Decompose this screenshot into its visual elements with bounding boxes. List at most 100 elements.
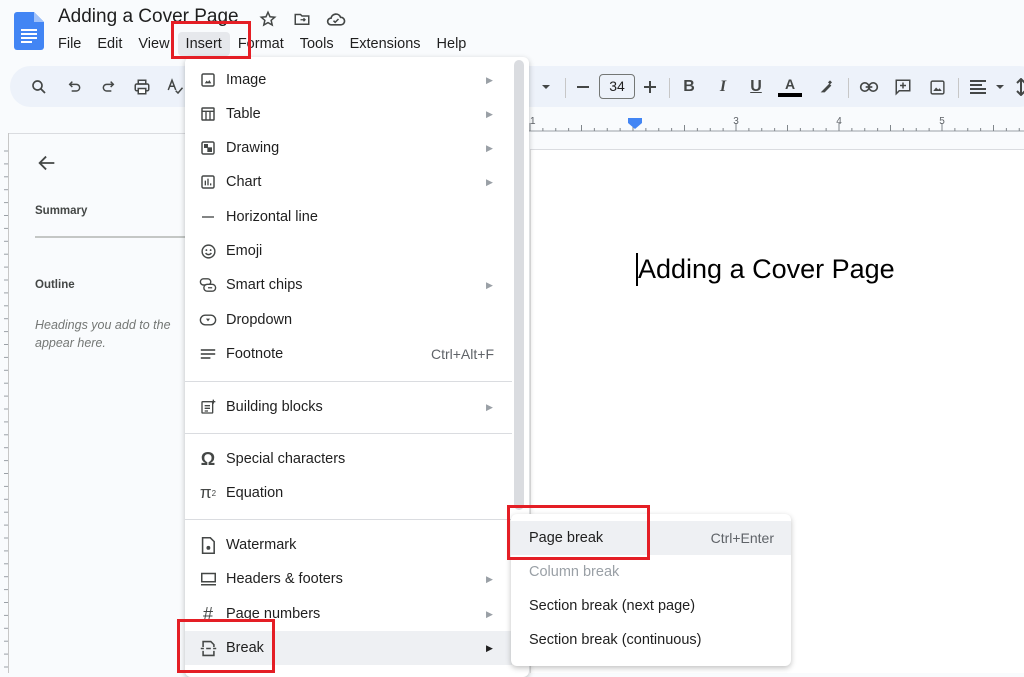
menu-item-label: Horizontal line bbox=[226, 209, 318, 225]
image-icon bbox=[199, 71, 217, 89]
ruler-label: 5 bbox=[939, 116, 945, 127]
menu-tools[interactable]: Tools bbox=[292, 32, 342, 56]
menu-item-label: Dropdown bbox=[226, 312, 293, 328]
menu-item-label: Headers & footers bbox=[226, 571, 343, 587]
menu-item-label: Equation bbox=[226, 485, 284, 501]
menu-item-label: Table bbox=[226, 106, 261, 122]
ruler-label: 4 bbox=[836, 116, 842, 127]
submenu-arrow-icon: ▶ bbox=[486, 642, 493, 653]
menu-item-label: Break bbox=[226, 640, 264, 656]
insert-menu-item-headers-footers[interactable]: Headers & footers ▶ bbox=[185, 562, 512, 596]
text-color-icon[interactable]: A bbox=[777, 74, 803, 100]
link-icon[interactable] bbox=[856, 74, 882, 100]
insert-menu-item-image[interactable]: Image ▶ bbox=[185, 63, 512, 97]
document-heading[interactable]: Adding a Cover Page bbox=[638, 254, 895, 285]
insert-image-icon[interactable] bbox=[924, 74, 950, 100]
horizontal-ruler[interactable]: 1 3 4 5 bbox=[528, 112, 1024, 132]
menu-help[interactable]: Help bbox=[429, 32, 475, 56]
insert-menu-item-special-characters[interactable]: Ω Special characters bbox=[185, 442, 512, 476]
menu-format[interactable]: Format bbox=[230, 32, 292, 56]
font-size-input[interactable]: 34 bbox=[599, 74, 635, 99]
undo-icon[interactable] bbox=[62, 74, 88, 100]
insert-menu-scrollbar[interactable] bbox=[514, 60, 524, 510]
menu-file[interactable]: File bbox=[50, 32, 89, 56]
print-icon[interactable] bbox=[129, 74, 155, 100]
outline-hint-line: Headings you add to the bbox=[35, 318, 171, 332]
break-submenu-item-section-break-continuous[interactable]: Section break (continuous) bbox=[511, 623, 791, 657]
summary-label: Summary bbox=[35, 205, 88, 217]
move-to-folder-icon[interactable] bbox=[292, 9, 312, 29]
submenu-arrow-icon: ▶ bbox=[486, 401, 493, 412]
dropdown-caret-icon[interactable] bbox=[533, 74, 559, 100]
menu-item-label: Page break bbox=[529, 530, 604, 546]
menu-item-label: Special characters bbox=[226, 451, 346, 467]
insert-menu-item-footnote[interactable]: Footnote Ctrl+Alt+F bbox=[185, 337, 512, 371]
menu-insert[interactable]: Insert bbox=[177, 32, 230, 56]
cloud-saved-icon[interactable] bbox=[326, 9, 346, 29]
toolbar-divider bbox=[958, 78, 959, 98]
redo-icon[interactable] bbox=[95, 74, 121, 100]
menu-edit[interactable]: Edit bbox=[89, 32, 130, 56]
insert-menu-item-page-numbers[interactable]: # Page numbers ▶ bbox=[185, 597, 512, 631]
headers-footers-icon bbox=[199, 570, 217, 588]
submenu-arrow-icon: ▶ bbox=[486, 142, 493, 153]
increase-font-icon[interactable] bbox=[637, 74, 663, 100]
ruler-area bbox=[530, 132, 1024, 150]
watermark-icon bbox=[199, 536, 217, 554]
hash-icon: # bbox=[202, 603, 213, 624]
menu-item-label: Column break bbox=[529, 564, 620, 580]
chart-icon bbox=[199, 173, 217, 191]
table-icon bbox=[199, 105, 217, 123]
search-icon[interactable] bbox=[26, 74, 52, 100]
line-spacing-icon[interactable] bbox=[1008, 74, 1024, 100]
insert-menu-item-emoji[interactable]: Emoji bbox=[185, 234, 512, 268]
bold-icon[interactable]: B bbox=[676, 74, 702, 100]
break-icon bbox=[199, 639, 217, 657]
insert-menu-item-chart[interactable]: Chart ▶ bbox=[185, 165, 512, 199]
italic-icon[interactable]: I bbox=[710, 74, 736, 100]
footnote-icon bbox=[199, 345, 217, 363]
underline-icon[interactable]: U bbox=[743, 74, 769, 100]
menu-separator bbox=[185, 381, 512, 382]
insert-menu-item-watermark[interactable]: Watermark bbox=[185, 528, 512, 562]
highlight-icon[interactable] bbox=[813, 74, 839, 100]
menu-separator bbox=[185, 433, 512, 434]
smart-chips-icon bbox=[199, 276, 217, 294]
indent-marker-icon bbox=[628, 118, 642, 129]
insert-menu-item-dropdown[interactable]: Dropdown bbox=[185, 303, 512, 337]
outline-label: Outline bbox=[35, 279, 75, 291]
outline-hint-text: Headings you add to the appear here. bbox=[35, 316, 195, 352]
toolbar-divider bbox=[848, 78, 849, 98]
decrease-font-icon[interactable] bbox=[570, 74, 596, 100]
submenu-arrow-icon: ▶ bbox=[486, 108, 493, 119]
star-icon[interactable] bbox=[258, 9, 278, 29]
menu-item-label: Chart bbox=[226, 174, 262, 190]
break-submenu-item-page-break[interactable]: Page break Ctrl+Enter bbox=[511, 521, 791, 555]
submenu-arrow-icon: ▶ bbox=[486, 176, 493, 187]
insert-menu-item-table[interactable]: Table ▶ bbox=[185, 97, 512, 131]
insert-menu-item-drawing[interactable]: Drawing ▶ bbox=[185, 131, 512, 165]
submenu-arrow-icon: ▶ bbox=[486, 573, 493, 584]
insert-menu-item-building-blocks[interactable]: Building blocks ▶ bbox=[185, 390, 512, 424]
menu-item-label: Smart chips bbox=[226, 277, 303, 293]
insert-menu-item-break[interactable]: Break ▶ bbox=[185, 631, 512, 665]
submenu-arrow-icon: ▶ bbox=[486, 279, 493, 290]
ruler-label: 3 bbox=[733, 116, 739, 127]
back-arrow-icon[interactable] bbox=[36, 152, 58, 174]
insert-menu-item-smart-chips[interactable]: Smart chips ▶ bbox=[185, 268, 512, 302]
ruler-label: 1 bbox=[530, 116, 536, 127]
menu-extensions[interactable]: Extensions bbox=[342, 32, 429, 56]
insert-menu-item-horizontal-line[interactable]: Horizontal line bbox=[185, 200, 512, 234]
emoji-icon bbox=[199, 242, 217, 260]
add-comment-icon[interactable] bbox=[890, 74, 916, 100]
menu-item-label: Footnote bbox=[226, 346, 284, 362]
menu-item-label: Drawing bbox=[226, 140, 280, 156]
docs-logo[interactable] bbox=[14, 12, 44, 50]
document-title[interactable]: Adding a Cover Page bbox=[58, 6, 239, 28]
insert-menu-item-equation[interactable]: π2 Equation bbox=[185, 476, 512, 510]
break-submenu-item-section-break-next-page[interactable]: Section break (next page) bbox=[511, 589, 791, 623]
menu-view[interactable]: View bbox=[130, 32, 177, 56]
building-blocks-icon bbox=[199, 398, 217, 416]
menu-item-label: Section break (continuous) bbox=[529, 632, 702, 648]
summary-divider bbox=[35, 236, 185, 238]
